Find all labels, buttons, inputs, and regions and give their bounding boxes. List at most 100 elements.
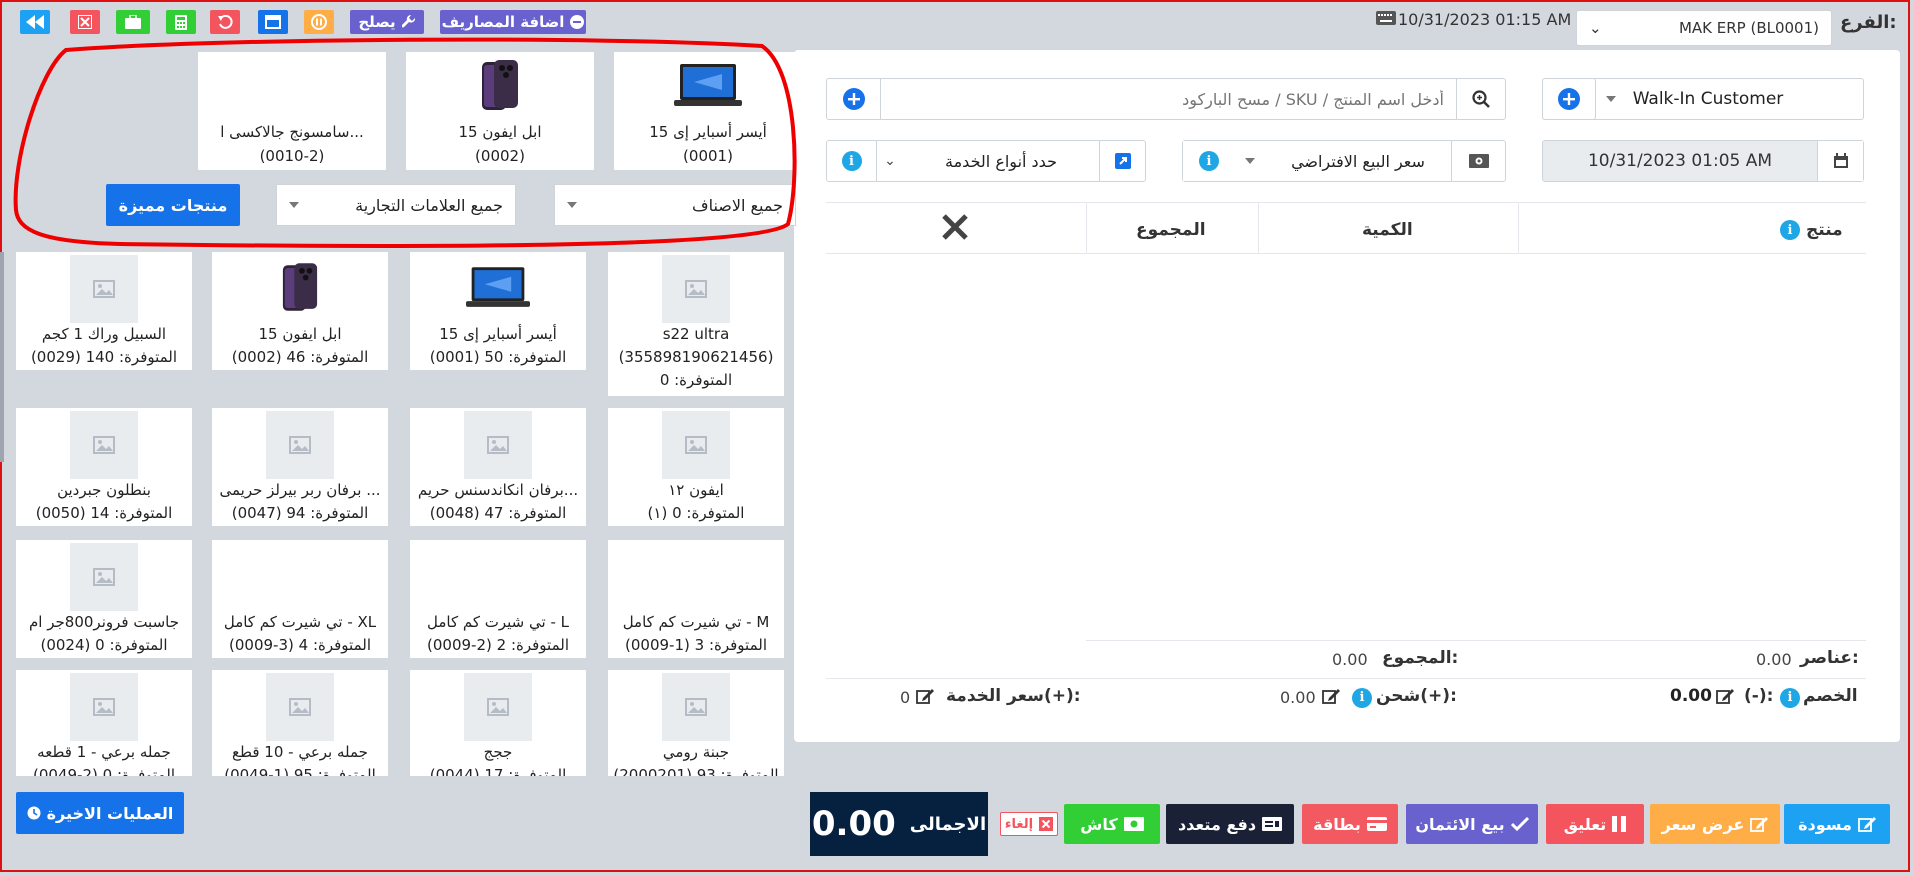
scrollbar[interactable] (0, 252, 4, 462)
cancel-label: إلغاء (1004, 816, 1034, 832)
cancel-button[interactable]: إلغاء (1000, 812, 1058, 836)
product-card[interactable]: ججج (0044) المتوفرة: 17 (410, 670, 586, 776)
image-placeholder-icon (266, 673, 334, 741)
discount-value: 0.00 (1670, 686, 1712, 706)
quotation-button[interactable]: عرض سعر (1650, 804, 1780, 844)
product-name: برفان انكاندسنس حريم... (417, 481, 579, 499)
image-placeholder-icon (662, 255, 730, 323)
product-card[interactable]: ايفون ١٢ (١) المتوفرة: 0 (608, 408, 784, 526)
product-name: تي شيرت كم كامل - L (426, 613, 570, 631)
product-card[interactable]: أيسر أسباير إى 15 (0001) المتوفرة: 50 (410, 252, 586, 370)
plus-circle-icon (1558, 88, 1580, 110)
branch-select[interactable]: ⌄ MAK ERP (BL0001) (1576, 10, 1832, 46)
items-value: 0.00 (1756, 650, 1792, 669)
product-card[interactable]: برفان ربر بيرلز حريمى ... (0047) المتوفرة… (212, 408, 388, 526)
grand-total-box: 0.00 الاجمالى (810, 792, 988, 856)
product-header-label: منتج (1806, 220, 1843, 240)
draft-label: مسودة (1798, 814, 1852, 834)
money-icon (1451, 141, 1505, 181)
external-link-icon[interactable] (1099, 141, 1145, 181)
divider (1086, 640, 1866, 641)
card-label: بطاقة (1313, 814, 1361, 834)
draft-button[interactable]: مسودة (1784, 804, 1890, 844)
total-label: المجموع: (1382, 648, 1459, 668)
product-card[interactable]: تي شيرت كم كامل - M (0009-1) المتوفرة: 3 (608, 540, 784, 658)
check-icon (1510, 817, 1529, 831)
calendar-icon[interactable] (1817, 141, 1863, 181)
product-stock: (0048) المتوفرة: 47 (429, 504, 567, 522)
product-card[interactable]: بنطلون جبردين (0050) المتوفرة: 14 (16, 408, 192, 526)
product-card[interactable]: تي شيرت كم كامل - XL (0009-3) المتوفرة: 4 (212, 540, 388, 658)
product-name: جاسبت فرونر800جر ام (29, 613, 179, 631)
cash-button[interactable]: كاش (1064, 804, 1160, 844)
product-search-input[interactable] (882, 80, 1454, 118)
info-icon: i (827, 141, 877, 181)
image-placeholder-icon (464, 411, 532, 479)
product-card[interactable]: برفان انكاندسنس حريم... (0048) المتوفرة: … (410, 408, 586, 526)
product-stock: (0002) المتوفرة: 46 (231, 348, 369, 366)
price-group-select[interactable]: i سعر البيع الافتراضي (1182, 140, 1506, 182)
product-name: جمله برعي - 10 قطع (232, 743, 368, 761)
product-card[interactable]: جمله برعي - 1 قطعه (0049-2) المتوفرة: 0 (16, 670, 192, 776)
add-product-button[interactable] (827, 79, 881, 119)
phone-image (212, 252, 388, 323)
image-placeholder-icon (266, 411, 334, 479)
sale-date-value: 10/31/2023 01:05 AM (1587, 151, 1773, 171)
multiple-pay-button[interactable]: دفع متعدد (1166, 804, 1294, 844)
total-value: 0.00 (1332, 650, 1368, 669)
edit-service-price-icon[interactable] (916, 688, 934, 708)
product-stock: (0047) المتوفرة: 94 (231, 504, 369, 522)
product-name: s22 ultra (662, 325, 730, 343)
service-types-select[interactable]: i ⌄ حدد أنواع الخدمة (826, 140, 1146, 182)
money-icon (1123, 817, 1144, 831)
product-name: بنطلون جبردين (57, 481, 151, 499)
no-image (608, 540, 784, 611)
product-card[interactable]: جاسبت فرونر800جر ام (0024) المتوفرة: 0 (16, 540, 192, 658)
qty-column-header: الكمية (1362, 220, 1413, 240)
product-name: تي شيرت كم كامل - M (622, 613, 770, 631)
column-divider (1258, 202, 1259, 254)
shipping-label: شحن(+): (1376, 686, 1457, 706)
product-card[interactable]: جبنة رومي (2000201) المتوفرة: 93 (608, 670, 784, 776)
product-card[interactable]: جمله برعي - 10 قطع (0049-1) المتوفرة: 95 (212, 670, 388, 776)
product-card[interactable]: s22 ultra (355898190621456) المتوفرة: 0 (608, 252, 784, 396)
quotation-label: عرض سعر (1661, 814, 1745, 834)
product-stock: (0050) المتوفرة: 14 (35, 504, 173, 522)
edit-shipping-icon[interactable] (1322, 688, 1340, 708)
service-price-label: سعر الخدمة(+): (946, 686, 1081, 706)
image-placeholder-icon (662, 673, 730, 741)
product-column-header: i منتج (1780, 220, 1843, 240)
items-label: عناصر: (1800, 648, 1859, 668)
pause-icon (1612, 816, 1627, 832)
recent-transactions-button[interactable]: العمليات الاخيرة (16, 792, 184, 834)
remove-all-icon[interactable] (940, 212, 970, 242)
credit-sale-button[interactable]: بيع الائتمان (1406, 804, 1538, 844)
product-card[interactable]: السبيل وراك 1 كجم (0029) المتوفرة: 140 (16, 252, 192, 370)
card-button[interactable]: بطاقة (1302, 804, 1398, 844)
column-divider (1518, 202, 1519, 254)
edit-discount-icon[interactable] (1716, 688, 1734, 708)
suspend-button[interactable]: تعليق (1546, 804, 1644, 844)
product-stock: (0044) المتوفرة: 17 (429, 766, 567, 776)
product-stock: (0009-2) المتوفرة: 2 (427, 636, 569, 654)
chevron-down-icon: ⌄ (1589, 19, 1602, 37)
product-stock: (0049-2) المتوفرة: 0 (33, 766, 175, 776)
add-customer-button[interactable] (1542, 78, 1596, 120)
column-divider (1086, 202, 1087, 254)
product-card[interactable]: تي شيرت كم كامل - L (0009-2) المتوفرة: 2 (410, 540, 586, 658)
product-name: جبنة رومي (662, 743, 730, 761)
discount-sign: (-): (1744, 686, 1774, 706)
wallet-icon (1262, 817, 1283, 831)
header-datetime: 10/31/2023 01:15 AM (1398, 10, 1572, 29)
product-card[interactable]: ابل ايفون 15 (0002) المتوفرة: 46 (212, 252, 388, 370)
multiple-pay-label: دفع متعدد (1177, 814, 1257, 834)
info-icon: i (1780, 686, 1800, 708)
credit-sale-label: بيع الائتمان (1415, 814, 1505, 834)
image-placeholder-icon (70, 673, 138, 741)
search-icon[interactable] (1456, 79, 1504, 119)
sale-date-field[interactable]: 10/31/2023 01:05 AM (1542, 140, 1864, 182)
caret-down-icon (1606, 96, 1616, 102)
keyboard-icon[interactable] (1376, 10, 1396, 26)
info-icon: i (1183, 141, 1235, 181)
info-icon: i (1780, 220, 1800, 240)
